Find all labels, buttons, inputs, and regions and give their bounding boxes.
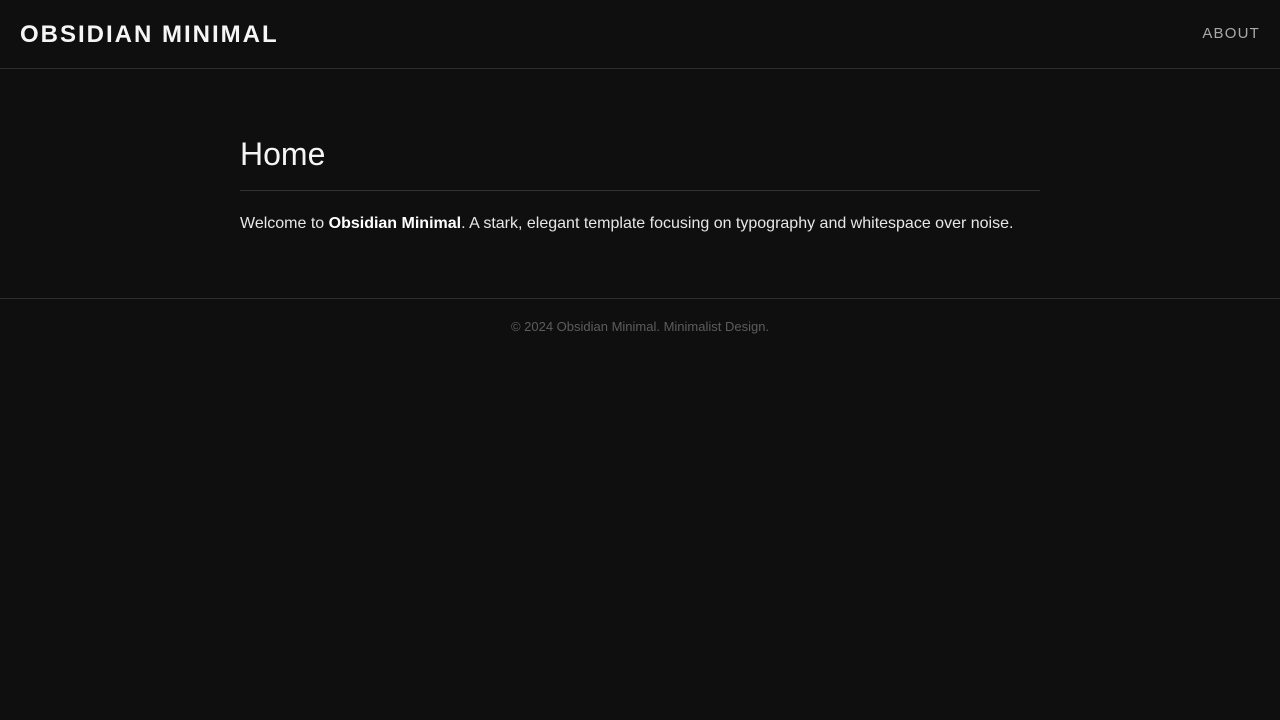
intro-emphasis: Obsidian Minimal (328, 215, 462, 232)
main-content: Home Welcome to Obsidian Minimal. A star… (240, 69, 1040, 298)
intro-prefix: Welcome to (240, 215, 329, 232)
site-brand-link[interactable]: OBSIDIAN MINIMAL (20, 21, 279, 49)
site-footer: © 2024 Obsidian Minimal. Minimalist Desi… (0, 298, 1280, 334)
site-header: OBSIDIAN MINIMAL ABOUT (0, 0, 1280, 69)
nav-link-about[interactable]: ABOUT (1202, 25, 1260, 42)
intro-suffix: . A stark, elegant template focusing on … (461, 215, 1014, 232)
intro-paragraph: Welcome to Obsidian Minimal. A stark, el… (240, 214, 1040, 234)
page-title: Home (240, 134, 1040, 191)
footer-copyright: © 2024 Obsidian Minimal. Minimalist Desi… (510, 319, 770, 334)
main-nav: ABOUT (1202, 25, 1260, 43)
